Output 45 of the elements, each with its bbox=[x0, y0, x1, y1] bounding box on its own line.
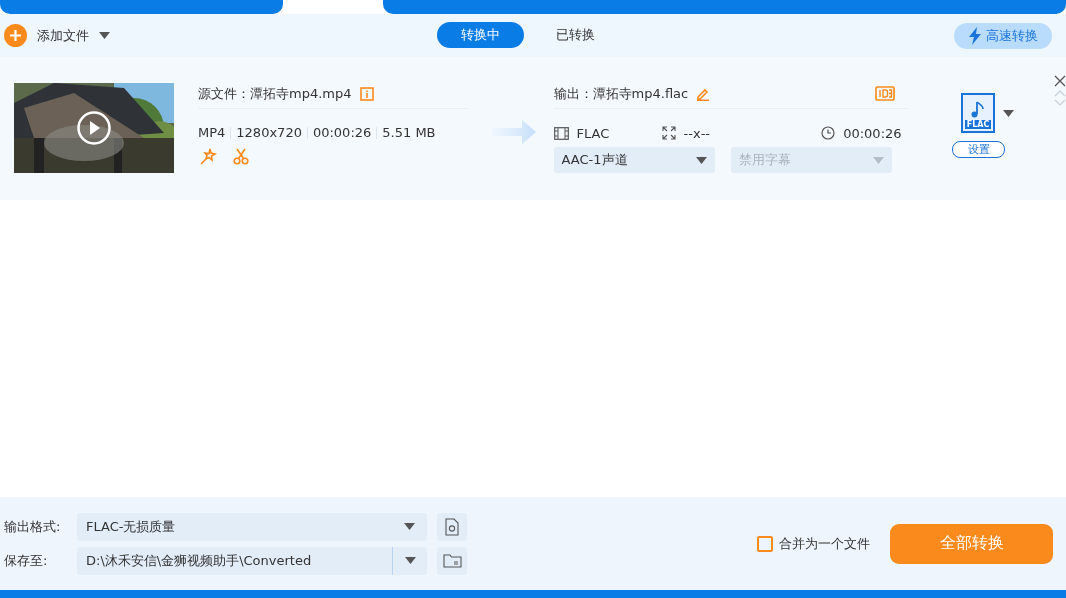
format-text: FLAC bbox=[576, 125, 610, 141]
caret-icon bbox=[404, 523, 415, 530]
move-down-icon[interactable] bbox=[1054, 99, 1066, 107]
caret-icon bbox=[99, 32, 110, 39]
audio-file-icon[interactable]: FLAC bbox=[961, 93, 995, 133]
pencil-icon[interactable] bbox=[696, 86, 711, 101]
caret-icon bbox=[1003, 109, 1014, 117]
subtitle-select: 禁用字幕 bbox=[730, 147, 892, 173]
caret-icon bbox=[404, 557, 416, 564]
lightning-icon bbox=[968, 26, 982, 45]
media-info: 1280x720 bbox=[236, 125, 302, 140]
settings-button[interactable]: 设置 bbox=[952, 141, 1005, 158]
add-file-button[interactable]: 添加文件 bbox=[4, 24, 110, 47]
media-info: 00:00:26 bbox=[312, 125, 372, 140]
format-settings-button[interactable] bbox=[437, 512, 467, 541]
media-info: 5.51 MB bbox=[382, 125, 436, 140]
file-gear-icon bbox=[445, 517, 459, 536]
caret-icon bbox=[872, 156, 884, 164]
caret-icon bbox=[695, 156, 707, 164]
resolution-text: --x-- bbox=[683, 125, 711, 141]
plus-icon bbox=[4, 24, 27, 47]
arrow-icon bbox=[491, 119, 536, 145]
close-icon[interactable] bbox=[1054, 75, 1066, 87]
play-icon[interactable] bbox=[77, 111, 111, 145]
open-folder-button[interactable] bbox=[437, 546, 467, 575]
merge-checkbox[interactable]: 合并为一个文件 bbox=[757, 534, 870, 553]
resolution-icon bbox=[661, 126, 676, 140]
clock-icon bbox=[821, 126, 836, 140]
source-file-name: 源文件：潭拓寺mp4.mp4 bbox=[198, 84, 352, 103]
media-info: MP4 bbox=[198, 125, 226, 140]
id3-tag-icon[interactable] bbox=[875, 86, 895, 101]
folder-icon bbox=[442, 553, 462, 568]
view-tab[interactable]: 已转换 bbox=[532, 22, 619, 48]
view-tab[interactable]: 转换中 bbox=[437, 22, 524, 48]
save-to-label: 保存至: bbox=[4, 551, 49, 570]
magic-wand-icon[interactable] bbox=[200, 148, 217, 165]
duration-text: 00:00:26 bbox=[843, 125, 902, 141]
output-file-name: 输出：潭拓寺mp4.flac bbox=[553, 84, 689, 103]
info-icon[interactable] bbox=[359, 86, 374, 101]
scissors-icon[interactable] bbox=[233, 148, 249, 165]
film-icon bbox=[553, 126, 569, 140]
output-format-select[interactable]: FLAC-无损质量 bbox=[77, 512, 427, 541]
save-path-field[interactable]: D:\沐禾安信\金狮视频助手\Converted bbox=[77, 546, 427, 575]
output-format-label: 输出格式: bbox=[4, 517, 62, 536]
audio-track-select[interactable]: AAC-1声道 bbox=[553, 147, 715, 173]
